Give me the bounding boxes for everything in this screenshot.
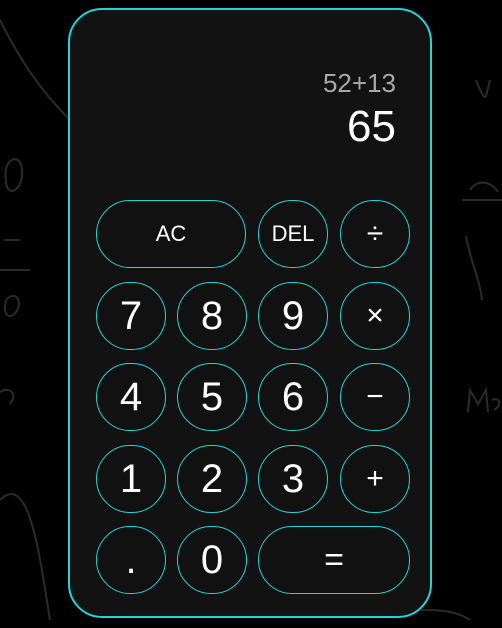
digit-0-button[interactable]: 0 (177, 526, 247, 594)
add-button[interactable]: + (340, 445, 410, 513)
decimal-point-button[interactable]: . (96, 526, 166, 594)
clear-all-button[interactable]: AC (96, 200, 246, 268)
equals-button[interactable]: = (258, 526, 410, 594)
multiply-button[interactable]: × (340, 282, 410, 350)
digit-1-button[interactable]: 1 (96, 445, 166, 513)
divide-button[interactable]: ÷ (340, 200, 410, 268)
digit-7-button[interactable]: 7 (96, 282, 166, 350)
digit-3-button[interactable]: 3 (258, 445, 328, 513)
display-panel: 52+13 65 (323, 68, 396, 152)
digit-5-button[interactable]: 5 (177, 363, 247, 431)
delete-button[interactable]: DEL (258, 200, 328, 268)
digit-6-button[interactable]: 6 (258, 363, 328, 431)
expression-display: 52+13 (322, 68, 396, 98)
calculator-body: 52+13 65 AC DEL ÷ 7 8 9 × 4 5 6 − 1 2 3 … (68, 8, 432, 618)
digit-8-button[interactable]: 8 (177, 282, 247, 350)
digit-9-button[interactable]: 9 (258, 282, 328, 350)
digit-2-button[interactable]: 2 (177, 445, 247, 513)
result-display: 65 (347, 102, 396, 151)
subtract-button[interactable]: − (340, 363, 410, 431)
digit-4-button[interactable]: 4 (96, 363, 166, 431)
